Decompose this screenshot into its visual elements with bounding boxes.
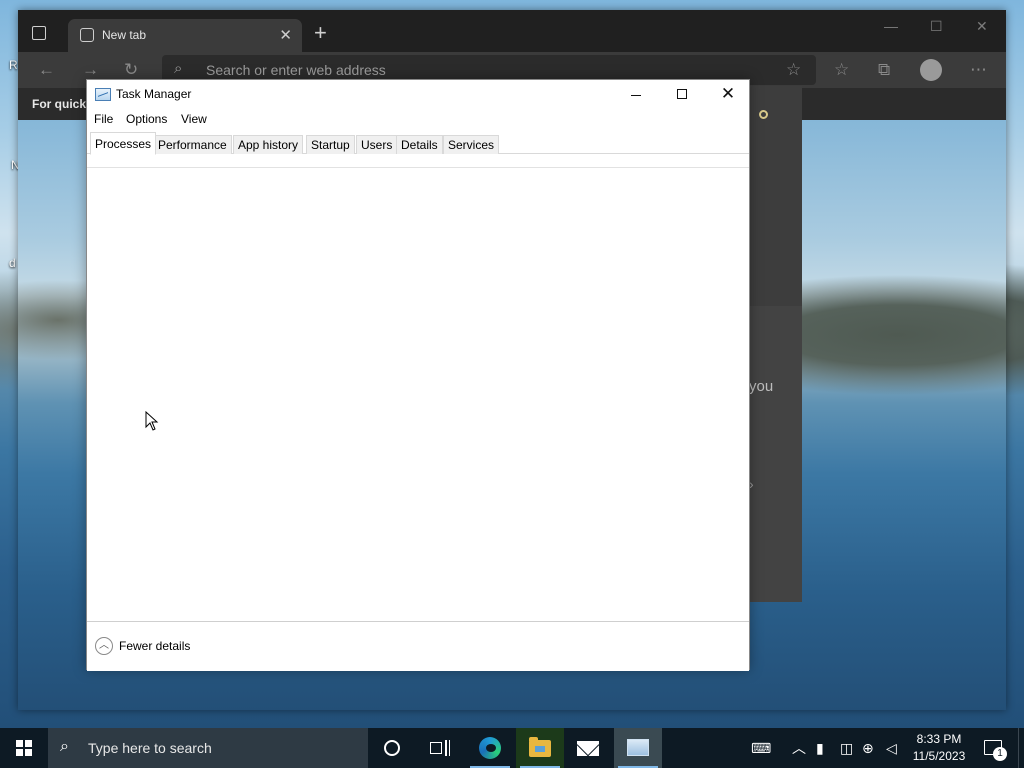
minimize-icon: [631, 95, 641, 96]
fewer-details-link[interactable]: Fewer details: [119, 639, 190, 653]
new-tab-button[interactable]: +: [314, 22, 327, 44]
new-tab-favicon-icon: [80, 28, 94, 42]
taskbar: ⌕ Type here to search ⌨ ︿ ▮ ◫ ⊕ ◁ 8:33 P…: [0, 728, 1024, 768]
edge-minimize-button[interactable]: —: [884, 18, 898, 34]
edge-close-button[interactable]: ✕: [976, 18, 988, 35]
task-manager-icon: [627, 739, 649, 756]
tab-processes[interactable]: Processes: [90, 132, 157, 155]
task-manager-titlebar[interactable]: Task Manager ✕: [87, 80, 749, 110]
chevron-up-icon[interactable]: ︿: [792, 738, 806, 758]
tab-performance[interactable]: Performance: [153, 135, 232, 154]
more-options-icon[interactable]: ⋯: [970, 60, 987, 80]
address-placeholder: Search or enter web address: [206, 62, 386, 78]
search-icon: ⌕: [60, 738, 69, 755]
input-indicator-icon[interactable]: ⌨: [751, 738, 771, 758]
mail-icon: [577, 741, 599, 756]
taskbar-search-box[interactable]: ⌕ Type here to search: [48, 728, 368, 768]
forward-arrow-icon[interactable]: →: [82, 60, 99, 80]
show-desktop-button[interactable]: [1018, 728, 1024, 768]
tab-app-history[interactable]: App history: [233, 135, 304, 154]
clock-time: 8:33 PM: [916, 732, 962, 746]
menu-options[interactable]: Options: [125, 112, 168, 126]
processes-list[interactable]: [87, 168, 749, 621]
refresh-icon[interactable]: ↻: [124, 60, 138, 80]
cortana-button[interactable]: [368, 728, 416, 768]
chevron-up-icon[interactable]: ︿: [95, 637, 113, 655]
taskbar-task-manager[interactable]: [614, 728, 662, 768]
search-icon: ⌕: [174, 60, 183, 77]
close-button[interactable]: ✕: [705, 80, 751, 110]
edge-titlebar: New tab ✕ + — ☐ ✕: [18, 10, 1006, 52]
favorites-bar-text: For quick: [32, 97, 87, 111]
window-title: Task Manager: [116, 87, 192, 101]
tab-startup[interactable]: Startup: [306, 135, 355, 154]
edge-browser-icon: [479, 737, 501, 759]
tab-services[interactable]: Services: [443, 135, 500, 154]
maximize-icon: [677, 89, 687, 99]
maximize-button[interactable]: [659, 80, 705, 110]
desktop-icon-label[interactable]: d: [9, 256, 16, 270]
menu-file[interactable]: File: [93, 112, 114, 126]
start-button[interactable]: [0, 728, 48, 768]
desktop-icon-label[interactable]: R: [9, 58, 18, 72]
cortana-icon: [384, 740, 400, 756]
task-manager-app-icon: [95, 88, 111, 101]
panel-card: [749, 306, 802, 602]
profile-avatar-icon[interactable]: [920, 59, 942, 81]
panel-text: you: [749, 378, 774, 395]
tab-actions-icon[interactable]: [32, 26, 46, 40]
collections-icon[interactable]: ⧉: [878, 60, 890, 80]
meet-now-icon[interactable]: ◫: [840, 738, 853, 758]
edge-maximize-button[interactable]: ☐: [930, 18, 943, 35]
clock-date: 11/5/2023: [912, 749, 966, 763]
menu-view[interactable]: View: [180, 112, 208, 126]
back-arrow-icon[interactable]: ←: [38, 60, 55, 80]
volume-muted-icon[interactable]: ◁: [886, 738, 897, 758]
edge-side-panel: you ›: [749, 86, 802, 602]
favorites-icon[interactable]: ☆: [834, 60, 849, 80]
tab-title: New tab: [102, 28, 147, 42]
tab-strip: Processes Performance App history Startu…: [87, 132, 749, 155]
task-view-button[interactable]: [416, 728, 464, 768]
file-explorer-icon: [529, 737, 551, 757]
notification-count-badge: 1: [993, 747, 1007, 761]
minimize-button[interactable]: [613, 80, 659, 110]
task-manager-window: Task Manager ✕ File Options View Process…: [86, 79, 750, 671]
mouse-cursor-icon: [145, 411, 159, 431]
system-clock[interactable]: 8:33 PM 11/5/2023: [906, 731, 972, 765]
search-placeholder: Type here to search: [88, 740, 212, 756]
tray-app-icon[interactable]: ▮: [816, 738, 824, 758]
add-favorite-icon[interactable]: ☆: [786, 60, 801, 80]
taskbar-file-explorer[interactable]: [516, 728, 564, 768]
close-icon: ✕: [720, 84, 736, 103]
panel-indicator-icon: [759, 110, 768, 119]
taskbar-edge[interactable]: [466, 728, 514, 768]
network-icon[interactable]: ⊕: [862, 738, 874, 758]
tab-close-icon[interactable]: ✕: [279, 26, 292, 44]
edge-tab-new-tab[interactable]: New tab ✕: [68, 19, 302, 52]
taskbar-mail[interactable]: [564, 728, 612, 768]
tab-details[interactable]: Details: [396, 135, 443, 154]
windows-start-icon: [16, 740, 32, 756]
tab-users[interactable]: Users: [356, 135, 398, 154]
menu-bar: File Options View: [87, 110, 749, 130]
task-manager-footer: ︿ Fewer details: [87, 621, 749, 671]
task-view-icon: [430, 740, 450, 756]
